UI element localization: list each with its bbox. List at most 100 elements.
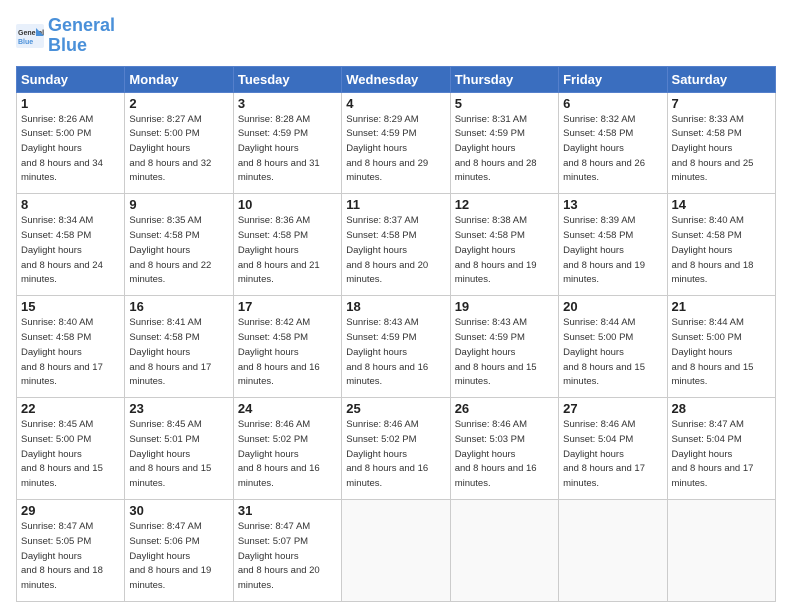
day-info: Sunrise: 8:32 AMSunset: 4:58 PMDaylight … bbox=[563, 113, 662, 187]
weekday-saturday: Saturday bbox=[667, 66, 775, 92]
day-info: Sunrise: 8:38 AMSunset: 4:58 PMDaylight … bbox=[455, 214, 554, 288]
day-number: 26 bbox=[455, 401, 554, 416]
day-info: Sunrise: 8:47 AMSunset: 5:06 PMDaylight … bbox=[129, 520, 228, 594]
calendar-table: SundayMondayTuesdayWednesdayThursdayFrid… bbox=[16, 66, 776, 602]
calendar-cell bbox=[342, 500, 450, 602]
calendar-week-3: 15 Sunrise: 8:40 AMSunset: 4:58 PMDayligh… bbox=[17, 296, 776, 398]
calendar-cell: 4Sunrise: 8:29 AMSunset: 4:59 PMDaylight… bbox=[342, 92, 450, 194]
day-number: 10 bbox=[238, 197, 337, 212]
day-number: 2 bbox=[129, 96, 228, 111]
day-number: 15 bbox=[21, 299, 120, 314]
calendar-cell: 29 Sunrise: 8:47 AMSunset: 5:05 PMDayligh… bbox=[17, 500, 125, 602]
calendar-week-4: 22 Sunrise: 8:45 AMSunset: 5:00 PMDayligh… bbox=[17, 398, 776, 500]
day-number: 1 bbox=[21, 96, 120, 111]
day-number: 22 bbox=[21, 401, 120, 416]
day-number: 24 bbox=[238, 401, 337, 416]
day-info: Sunrise: 8:45 AMSunset: 5:00 PMDaylight … bbox=[21, 418, 120, 492]
day-info: Sunrise: 8:27 AMSunset: 5:00 PMDaylight … bbox=[129, 113, 228, 187]
day-info: Sunrise: 8:26 AMSunset: 5:00 PMDaylight … bbox=[21, 113, 120, 187]
day-number: 13 bbox=[563, 197, 662, 212]
calendar-cell: 27 Sunrise: 8:46 AMSunset: 5:04 PMDayligh… bbox=[559, 398, 667, 500]
day-number: 8 bbox=[21, 197, 120, 212]
calendar-week-5: 29 Sunrise: 8:47 AMSunset: 5:05 PMDayligh… bbox=[17, 500, 776, 602]
calendar-cell: 31 Sunrise: 8:47 AMSunset: 5:07 PMDayligh… bbox=[233, 500, 341, 602]
calendar-cell: 6 Sunrise: 8:32 AMSunset: 4:58 PMDaylight… bbox=[559, 92, 667, 194]
calendar-cell: 21 Sunrise: 8:44 AMSunset: 5:00 PMDayligh… bbox=[667, 296, 775, 398]
day-number: 16 bbox=[129, 299, 228, 314]
day-number: 19 bbox=[455, 299, 554, 314]
weekday-header-row: SundayMondayTuesdayWednesdayThursdayFrid… bbox=[17, 66, 776, 92]
day-info: Sunrise: 8:39 AMSunset: 4:58 PMDaylight … bbox=[563, 214, 662, 288]
day-info: Sunrise: 8:29 AMSunset: 4:59 PMDaylight … bbox=[346, 113, 445, 187]
calendar-cell: 8 Sunrise: 8:34 AMSunset: 4:58 PMDaylight… bbox=[17, 194, 125, 296]
day-info: Sunrise: 8:44 AMSunset: 5:00 PMDaylight … bbox=[563, 316, 662, 390]
calendar-cell: 9 Sunrise: 8:35 AMSunset: 4:58 PMDaylight… bbox=[125, 194, 233, 296]
day-info: Sunrise: 8:43 AMSunset: 4:59 PMDaylight … bbox=[455, 316, 554, 390]
weekday-friday: Friday bbox=[559, 66, 667, 92]
weekday-wednesday: Wednesday bbox=[342, 66, 450, 92]
day-info: Sunrise: 8:47 AMSunset: 5:07 PMDaylight … bbox=[238, 520, 337, 594]
calendar-cell: 17Sunrise: 8:42 AMSunset: 4:58 PMDayligh… bbox=[233, 296, 341, 398]
day-info: Sunrise: 8:28 AMSunset: 4:59 PMDaylight … bbox=[238, 113, 337, 187]
calendar-cell: 10 Sunrise: 8:36 AMSunset: 4:58 PMDayligh… bbox=[233, 194, 341, 296]
weekday-sunday: Sunday bbox=[17, 66, 125, 92]
day-number: 17 bbox=[238, 299, 337, 314]
calendar-cell: 5 Sunrise: 8:31 AMSunset: 4:59 PMDaylight… bbox=[450, 92, 558, 194]
day-number: 5 bbox=[455, 96, 554, 111]
day-info: Sunrise: 8:46 AMSunset: 5:04 PMDaylight … bbox=[563, 418, 662, 492]
day-number: 9 bbox=[129, 197, 228, 212]
calendar-week-2: 8 Sunrise: 8:34 AMSunset: 4:58 PMDaylight… bbox=[17, 194, 776, 296]
calendar-cell: 16 Sunrise: 8:41 AMSunset: 4:58 PMDayligh… bbox=[125, 296, 233, 398]
day-number: 12 bbox=[455, 197, 554, 212]
calendar-cell: 2 Sunrise: 8:27 AMSunset: 5:00 PMDaylight… bbox=[125, 92, 233, 194]
calendar-cell: 13 Sunrise: 8:39 AMSunset: 4:58 PMDayligh… bbox=[559, 194, 667, 296]
page: General Blue GeneralBlue SundayMondayTue… bbox=[0, 0, 792, 612]
weekday-thursday: Thursday bbox=[450, 66, 558, 92]
day-info: Sunrise: 8:34 AMSunset: 4:58 PMDaylight … bbox=[21, 214, 120, 288]
day-info: Sunrise: 8:47 AMSunset: 5:05 PMDaylight … bbox=[21, 520, 120, 594]
calendar-cell: 7Sunrise: 8:33 AMSunset: 4:58 PMDaylight… bbox=[667, 92, 775, 194]
day-info: Sunrise: 8:37 AMSunset: 4:58 PMDaylight … bbox=[346, 214, 445, 288]
header: General Blue GeneralBlue bbox=[16, 16, 776, 56]
day-number: 29 bbox=[21, 503, 120, 518]
day-number: 3 bbox=[238, 96, 337, 111]
logo-icon: General Blue bbox=[16, 24, 44, 48]
day-number: 11 bbox=[346, 197, 445, 212]
day-info: Sunrise: 8:45 AMSunset: 5:01 PMDaylight … bbox=[129, 418, 228, 492]
calendar-cell bbox=[450, 500, 558, 602]
day-info: Sunrise: 8:31 AMSunset: 4:59 PMDaylight … bbox=[455, 113, 554, 187]
calendar-cell: 19 Sunrise: 8:43 AMSunset: 4:59 PMDayligh… bbox=[450, 296, 558, 398]
day-number: 25 bbox=[346, 401, 445, 416]
calendar-cell: 20 Sunrise: 8:44 AMSunset: 5:00 PMDayligh… bbox=[559, 296, 667, 398]
day-info: Sunrise: 8:35 AMSunset: 4:58 PMDaylight … bbox=[129, 214, 228, 288]
calendar-cell: 23 Sunrise: 8:45 AMSunset: 5:01 PMDayligh… bbox=[125, 398, 233, 500]
day-number: 23 bbox=[129, 401, 228, 416]
calendar-cell: 30 Sunrise: 8:47 AMSunset: 5:06 PMDayligh… bbox=[125, 500, 233, 602]
day-number: 30 bbox=[129, 503, 228, 518]
day-number: 18 bbox=[346, 299, 445, 314]
logo: General Blue GeneralBlue bbox=[16, 16, 115, 56]
day-number: 6 bbox=[563, 96, 662, 111]
day-number: 7 bbox=[672, 96, 771, 111]
day-number: 14 bbox=[672, 197, 771, 212]
day-number: 31 bbox=[238, 503, 337, 518]
day-info: Sunrise: 8:43 AMSunset: 4:59 PMDaylight … bbox=[346, 316, 445, 390]
day-number: 27 bbox=[563, 401, 662, 416]
calendar-cell: 28Sunrise: 8:47 AMSunset: 5:04 PMDayligh… bbox=[667, 398, 775, 500]
day-number: 20 bbox=[563, 299, 662, 314]
day-info: Sunrise: 8:44 AMSunset: 5:00 PMDaylight … bbox=[672, 316, 771, 390]
calendar-cell: 24 Sunrise: 8:46 AMSunset: 5:02 PMDayligh… bbox=[233, 398, 341, 500]
calendar-cell bbox=[667, 500, 775, 602]
calendar-cell: 14Sunrise: 8:40 AMSunset: 4:58 PMDayligh… bbox=[667, 194, 775, 296]
day-number: 28 bbox=[672, 401, 771, 416]
day-info: Sunrise: 8:46 AMSunset: 5:03 PMDaylight … bbox=[455, 418, 554, 492]
day-info: Sunrise: 8:46 AMSunset: 5:02 PMDaylight … bbox=[238, 418, 337, 492]
day-info: Sunrise: 8:36 AMSunset: 4:58 PMDaylight … bbox=[238, 214, 337, 288]
calendar-cell: 1 Sunrise: 8:26 AMSunset: 5:00 PMDaylight… bbox=[17, 92, 125, 194]
calendar-cell bbox=[559, 500, 667, 602]
calendar-cell: 26 Sunrise: 8:46 AMSunset: 5:03 PMDayligh… bbox=[450, 398, 558, 500]
day-info: Sunrise: 8:41 AMSunset: 4:58 PMDaylight … bbox=[129, 316, 228, 390]
day-info: Sunrise: 8:40 AMSunset: 4:58 PMDaylight … bbox=[21, 316, 120, 390]
calendar-cell: 22 Sunrise: 8:45 AMSunset: 5:00 PMDayligh… bbox=[17, 398, 125, 500]
day-number: 21 bbox=[672, 299, 771, 314]
